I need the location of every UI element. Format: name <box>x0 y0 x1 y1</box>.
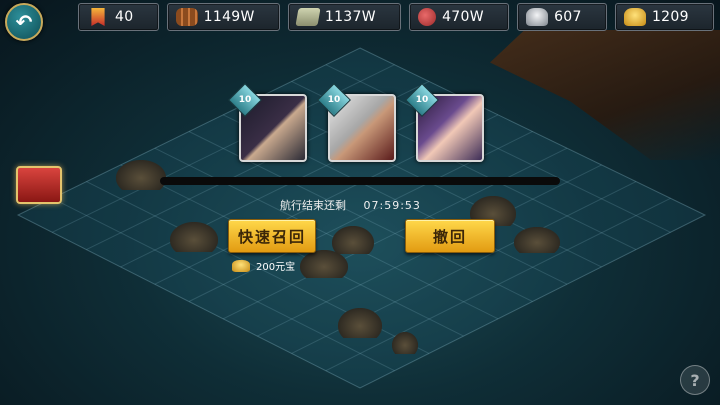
voyage-remaining-label: 航行结束还剩 <box>280 199 346 212</box>
island-node[interactable] <box>392 332 418 354</box>
treasure-chest-icon[interactable] <box>16 166 62 204</box>
resource-bar: 40 1149W 1137W 470W 607 1209 <box>78 3 715 31</box>
wood-icon <box>175 8 198 26</box>
voyage-status: 航行结束还剩 07:59:53 <box>280 197 421 213</box>
quick-recall-button[interactable]: 快速召回 <box>228 219 316 253</box>
voyage-timer: 07:59:53 <box>363 199 421 212</box>
resource-value: 470W <box>442 9 484 25</box>
question-icon: ? <box>690 370 700 390</box>
hero-portrait-1[interactable]: 10 <box>228 83 307 162</box>
silver-icon <box>526 8 549 26</box>
meat-icon <box>418 8 437 26</box>
resource-meat: 470W <box>409 3 510 31</box>
resource-value: 40 <box>115 9 134 25</box>
withdraw-button[interactable]: 撤回 <box>405 219 495 253</box>
resource-value: 607 <box>554 9 582 25</box>
gold-ingot-icon <box>623 8 646 26</box>
resource-value: 1149W <box>203 9 255 25</box>
back-arrow-icon: ↶ <box>15 10 33 34</box>
stone-icon <box>295 8 321 26</box>
island-node[interactable] <box>116 160 166 190</box>
recall-cost-label: 200元宝 <box>256 262 296 273</box>
help-button[interactable]: ? <box>680 365 710 395</box>
island-node[interactable] <box>300 250 348 278</box>
resource-stone: 1137W <box>287 3 402 31</box>
resource-wood: 1149W <box>166 3 280 31</box>
resource-banner: 40 <box>78 3 159 31</box>
island-node[interactable] <box>170 222 218 252</box>
resource-value: 1209 <box>651 9 689 25</box>
back-button[interactable]: ↶ <box>5 3 43 41</box>
gold-ingot-icon <box>232 259 250 272</box>
resource-gold: 1209 <box>614 3 715 31</box>
resource-silver: 607 <box>517 3 607 31</box>
voyage-progress-bar <box>160 177 560 185</box>
resource-value: 1137W <box>324 9 376 25</box>
island-node[interactable] <box>514 227 560 253</box>
hero-portrait-3[interactable]: 10 <box>405 83 484 162</box>
island-node[interactable] <box>332 226 374 254</box>
banner-icon <box>91 8 105 26</box>
hero-portrait-2[interactable]: 10 <box>317 83 396 162</box>
recall-cost: 200元宝 <box>232 258 295 273</box>
island-node[interactable] <box>338 308 382 338</box>
